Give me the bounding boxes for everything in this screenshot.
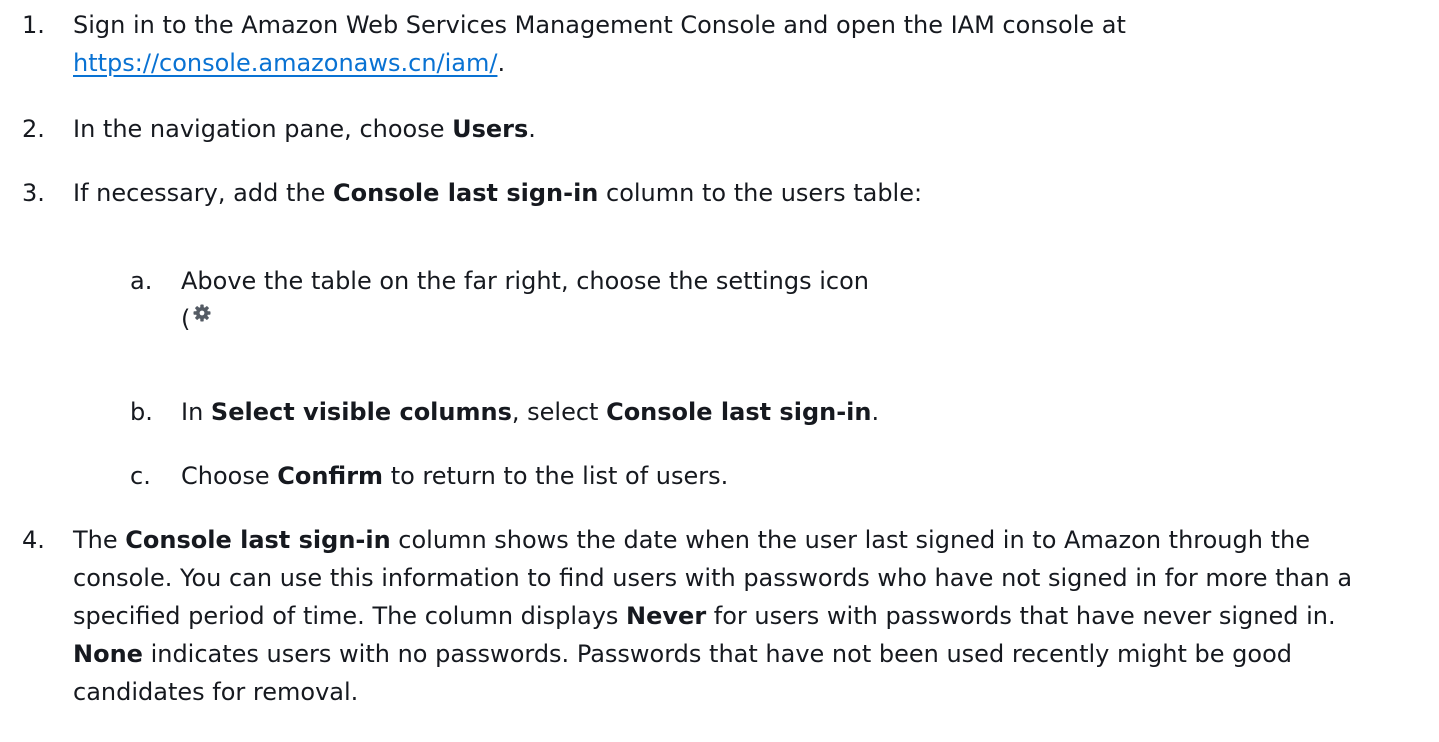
open-paren: (: [181, 305, 191, 333]
step-number: 3.: [22, 179, 45, 207]
select-visible-columns-label: Select visible columns: [210, 398, 512, 426]
step-4-text-4: indicates users with no passwords. Passw…: [73, 640, 1292, 706]
step-4-text-3: for users with passwords that have never…: [706, 602, 1336, 630]
step-text: Sign in to the Amazon Web Services Manag…: [73, 6, 1409, 82]
step-2-text: In the navigation pane, choose: [73, 115, 453, 143]
step-1-period: .: [497, 49, 506, 77]
step-text: In the navigation pane, choose Users.: [73, 110, 1409, 148]
gear-icon: [192, 296, 212, 322]
step-1-text: Sign in to the Amazon Web Services Manag…: [73, 11, 1126, 39]
none-label: None: [73, 640, 143, 668]
substep-b-text: In: [181, 398, 211, 426]
substep-a-text: Above the table on the far right, choose…: [181, 267, 869, 295]
step-text: If necessary, add the Console last sign-…: [73, 174, 1409, 212]
document: 1. Sign in to the Amazon Web Services Ma…: [0, 0, 1439, 742]
substep-letter: c.: [130, 462, 151, 490]
substep-letter: b.: [130, 398, 153, 426]
substep-letter: a.: [130, 267, 153, 295]
substep-b-period: .: [871, 398, 880, 426]
step-number: 2.: [22, 115, 45, 143]
step-number: 4.: [22, 526, 45, 554]
console-last-sign-in-option: Console last sign-in: [606, 398, 872, 426]
step-4-text-1: The: [73, 526, 126, 554]
users-label: Users: [452, 115, 529, 143]
substep-text: In Select visible columns, select Consol…: [181, 393, 1409, 431]
substep-text: Above the table on the far right, choose…: [181, 262, 1409, 338]
substep-c-text-end: to return to the list of users.: [383, 462, 729, 490]
step-text: The Console last sign-in column shows th…: [73, 521, 1409, 711]
step-3-text-end: column to the users table:: [598, 179, 923, 207]
substep-c-text: Choose: [181, 462, 278, 490]
substep-text: Choose Confirm to return to the list of …: [181, 457, 1409, 495]
step-number: 1.: [22, 11, 45, 39]
confirm-label: Confirm: [277, 462, 384, 490]
console-last-sign-in-column: Console last sign-in: [125, 526, 391, 554]
console-last-sign-in-label: Console last sign-in: [332, 179, 599, 207]
step-3-text: If necessary, add the: [73, 179, 333, 207]
step-2-period: .: [528, 115, 536, 143]
substep-b-middle: , select: [511, 398, 607, 426]
iam-console-link[interactable]: https://console.amazonaws.cn/iam/: [73, 49, 497, 77]
never-label: Never: [626, 602, 707, 630]
